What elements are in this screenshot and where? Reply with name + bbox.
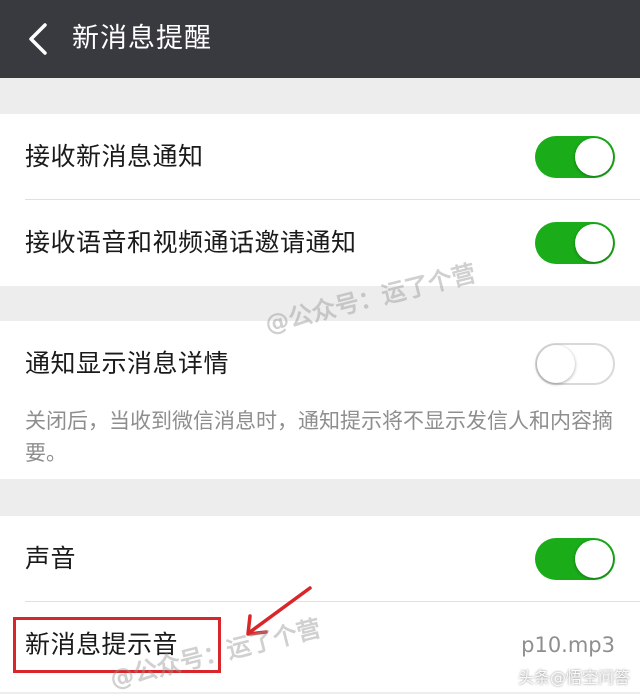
toggle-knob <box>537 345 575 383</box>
logo-icon <box>497 668 514 684</box>
top-bar: 新消息提醒 <box>0 0 640 78</box>
chevron-left-icon <box>29 23 47 55</box>
settings-row-show-details[interactable]: 通知显示消息详情 <box>0 321 640 407</box>
row-label: 接收语音和视频通话邀请通知 <box>25 228 357 257</box>
highlight-box <box>13 617 221 673</box>
notification-group: 接收新消息通知 接收语音和视频通话邀请通知 <box>0 114 640 286</box>
row-label: 接收新消息通知 <box>25 142 204 171</box>
receive-notifications-toggle[interactable] <box>535 136 615 178</box>
toggle-knob <box>575 138 613 176</box>
detail-group: 通知显示消息详情 关闭后，当收到微信消息时，通知提示将不显示发信人和内容摘要。 <box>0 321 640 479</box>
show-details-toggle[interactable] <box>535 343 615 385</box>
back-button[interactable] <box>18 19 58 59</box>
toggle-knob <box>575 224 613 262</box>
corner-credit: 头条@悟空问答 <box>497 664 630 688</box>
page-title: 新消息提醒 <box>72 23 212 54</box>
settings-row-call-invite-notifications[interactable]: 接收语音和视频通话邀请通知 <box>0 200 640 286</box>
show-details-note: 关闭后，当收到微信消息时，通知提示将不显示发信人和内容摘要。 <box>25 409 613 465</box>
sound-toggle[interactable] <box>535 538 615 580</box>
row-label: 通知显示消息详情 <box>25 349 230 378</box>
toggle-knob <box>575 540 613 578</box>
corner-credit-text: 头条@悟空问答 <box>517 668 630 687</box>
settings-row-sound[interactable]: 声音 <box>0 516 640 602</box>
call-invite-notifications-toggle[interactable] <box>535 222 615 264</box>
row-label: 声音 <box>25 544 77 573</box>
settings-row-receive-notifications[interactable]: 接收新消息通知 <box>0 114 640 200</box>
